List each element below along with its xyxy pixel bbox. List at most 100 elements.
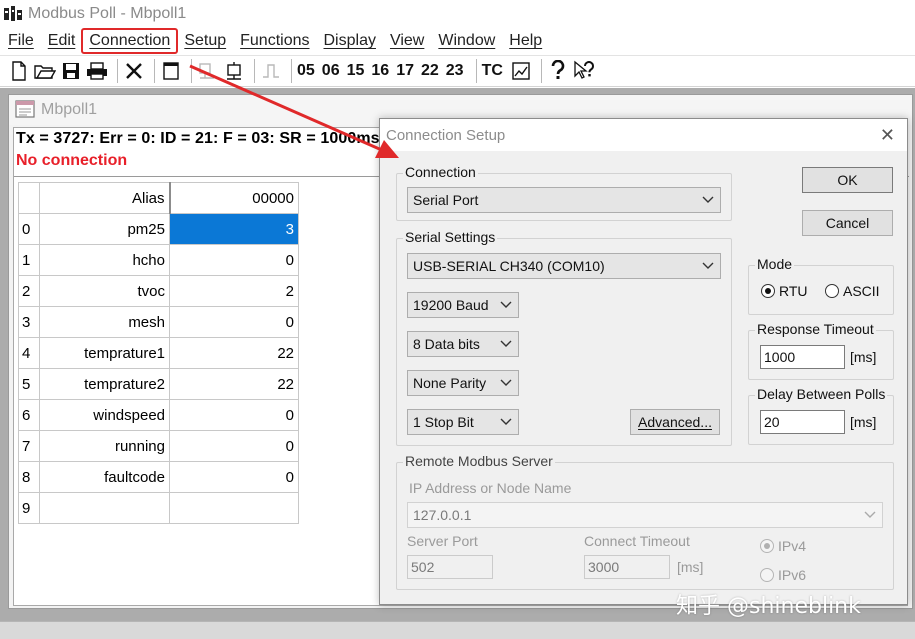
value-cell[interactable]: 22 xyxy=(169,337,299,369)
radio-dot xyxy=(825,284,839,298)
alias-cell[interactable]: tvoc xyxy=(39,275,170,307)
function-05-button[interactable]: 05 xyxy=(297,62,315,80)
print-icon[interactable] xyxy=(86,58,108,84)
ip-address-label: IP Address or Node Name xyxy=(409,480,572,496)
row-index: 1 xyxy=(18,244,40,276)
new-file-icon[interactable] xyxy=(8,58,30,84)
disconnect-icon[interactable] xyxy=(223,58,245,84)
menu-help[interactable]: Help xyxy=(502,29,549,53)
toolbar-separator xyxy=(475,59,477,83)
test-center-button[interactable]: TC xyxy=(482,62,503,80)
parity-select[interactable]: None Parity xyxy=(407,370,519,396)
menu-file[interactable]: File xyxy=(0,29,41,53)
connection-setup-dialog: Connection Setup ✕ Connection Serial Por… xyxy=(379,118,908,605)
close-icon[interactable]: ✕ xyxy=(880,126,895,144)
chevron-down-icon xyxy=(500,301,512,308)
radio-dot xyxy=(760,539,774,553)
radio-dot xyxy=(760,568,774,582)
save-icon[interactable] xyxy=(60,58,82,84)
delete-icon[interactable] xyxy=(123,58,145,84)
value-cell[interactable]: 0 xyxy=(169,306,299,338)
alias-cell[interactable]: running xyxy=(39,430,170,462)
table-row: 2 tvoc 2 xyxy=(18,275,299,307)
serial-port-select[interactable]: USB-SERIAL CH340 (COM10) xyxy=(407,253,721,279)
poll-status-line: Tx = 3727: Err = 0: ID = 21: F = 03: SR … xyxy=(16,130,380,147)
value-cell[interactable]: 2 xyxy=(169,275,299,307)
function-23-button[interactable]: 23 xyxy=(446,62,464,80)
connect-timeout-unit: [ms] xyxy=(677,559,704,575)
alias-cell[interactable]: faultcode xyxy=(39,461,170,493)
connection-type-select[interactable]: Serial Port xyxy=(407,187,721,213)
menu-window[interactable]: Window xyxy=(431,29,502,53)
single-poll-icon[interactable] xyxy=(260,58,282,84)
alias-cell[interactable]: temprature2 xyxy=(39,368,170,400)
function-15-button[interactable]: 15 xyxy=(347,62,365,80)
value-cell[interactable]: 0 xyxy=(169,244,299,276)
mbpoll-doc-icon xyxy=(15,99,35,121)
menu-connection[interactable]: Connection xyxy=(81,28,179,54)
delay-between-polls-input[interactable]: 20 xyxy=(760,410,845,434)
connect-timeout-input[interactable]: 3000 xyxy=(584,555,670,579)
connection-type-value: Serial Port xyxy=(413,192,479,208)
alias-cell[interactable]: mesh xyxy=(39,306,170,338)
menu-display[interactable]: Display xyxy=(317,29,383,53)
value-cell[interactable]: 0 xyxy=(169,430,299,462)
ipv4-label: IPv4 xyxy=(778,538,807,554)
connect-icon[interactable] xyxy=(197,58,219,84)
ipv4-radio[interactable]: IPv4 xyxy=(760,538,806,554)
delay-between-polls-unit: [ms] xyxy=(850,414,877,430)
stop-bits-select[interactable]: 1 Stop Bit xyxy=(407,409,519,435)
table-row: 8 faultcode 0 xyxy=(18,461,299,493)
ipv6-radio[interactable]: IPv6 xyxy=(760,567,806,583)
baud-rate-select[interactable]: 19200 Baud xyxy=(407,292,519,318)
child-window-title: Mbpoll1 xyxy=(41,101,98,118)
watermark-text: 知乎 @shineblink xyxy=(676,594,861,619)
response-timeout-input[interactable]: 1000 xyxy=(760,345,845,369)
alias-cell[interactable] xyxy=(39,492,170,524)
data-bits-value: 8 Data bits xyxy=(413,336,480,352)
menu-functions[interactable]: Functions xyxy=(233,29,316,53)
menu-setup[interactable]: Setup xyxy=(177,29,233,53)
response-timeout-group: Response Timeout 1000 [ms] xyxy=(748,321,894,380)
ascii-radio[interactable]: ASCII xyxy=(825,283,880,299)
function-17-button[interactable]: 17 xyxy=(396,62,414,80)
value-cell[interactable]: 0 xyxy=(169,461,299,493)
grid-header-row: Alias 00000 xyxy=(18,182,299,214)
alias-cell[interactable]: hcho xyxy=(39,244,170,276)
data-bits-select[interactable]: 8 Data bits xyxy=(407,331,519,357)
function-22-button[interactable]: 22 xyxy=(421,62,439,80)
grid-corner xyxy=(18,182,40,214)
alias-cell[interactable]: windspeed xyxy=(39,399,170,431)
alias-column-header[interactable]: Alias xyxy=(39,182,171,214)
chart-icon[interactable] xyxy=(510,58,532,84)
row-index: 9 xyxy=(18,492,40,524)
window-icon[interactable] xyxy=(160,58,182,84)
advanced-button[interactable]: Advanced... xyxy=(630,409,720,435)
server-port-input[interactable]: 502 xyxy=(407,555,493,579)
ip-address-select[interactable]: 127.0.0.1 xyxy=(407,502,883,528)
alias-cell[interactable]: temprature1 xyxy=(39,337,170,369)
cancel-button[interactable]: Cancel xyxy=(802,210,893,236)
context-help-icon[interactable] xyxy=(573,58,595,84)
ok-button[interactable]: OK xyxy=(802,167,893,193)
help-icon[interactable] xyxy=(547,58,569,84)
menu-view[interactable]: View xyxy=(383,29,431,53)
value-cell[interactable]: 0 xyxy=(169,399,299,431)
function-06-button[interactable]: 06 xyxy=(322,62,340,80)
open-folder-icon[interactable] xyxy=(34,58,56,84)
connect-timeout-label: Connect Timeout xyxy=(584,533,690,549)
value-cell[interactable]: 22 xyxy=(169,368,299,400)
value-column-header[interactable]: 00000 xyxy=(169,182,299,214)
function-16-button[interactable]: 16 xyxy=(371,62,389,80)
dialog-titlebar[interactable]: Connection Setup ✕ xyxy=(380,119,907,151)
table-row: 0 pm25 3 xyxy=(18,213,299,245)
menu-edit[interactable]: Edit xyxy=(41,29,83,53)
value-cell[interactable]: 3 xyxy=(169,213,299,245)
connection-group-label: Connection xyxy=(403,164,478,180)
row-index: 5 xyxy=(18,368,40,400)
alias-cell[interactable]: pm25 xyxy=(39,213,170,245)
stop-bits-value: 1 Stop Bit xyxy=(413,414,474,430)
toolbar-separator xyxy=(191,59,192,83)
value-cell[interactable] xyxy=(169,492,299,524)
rtu-radio[interactable]: RTU xyxy=(761,283,808,299)
